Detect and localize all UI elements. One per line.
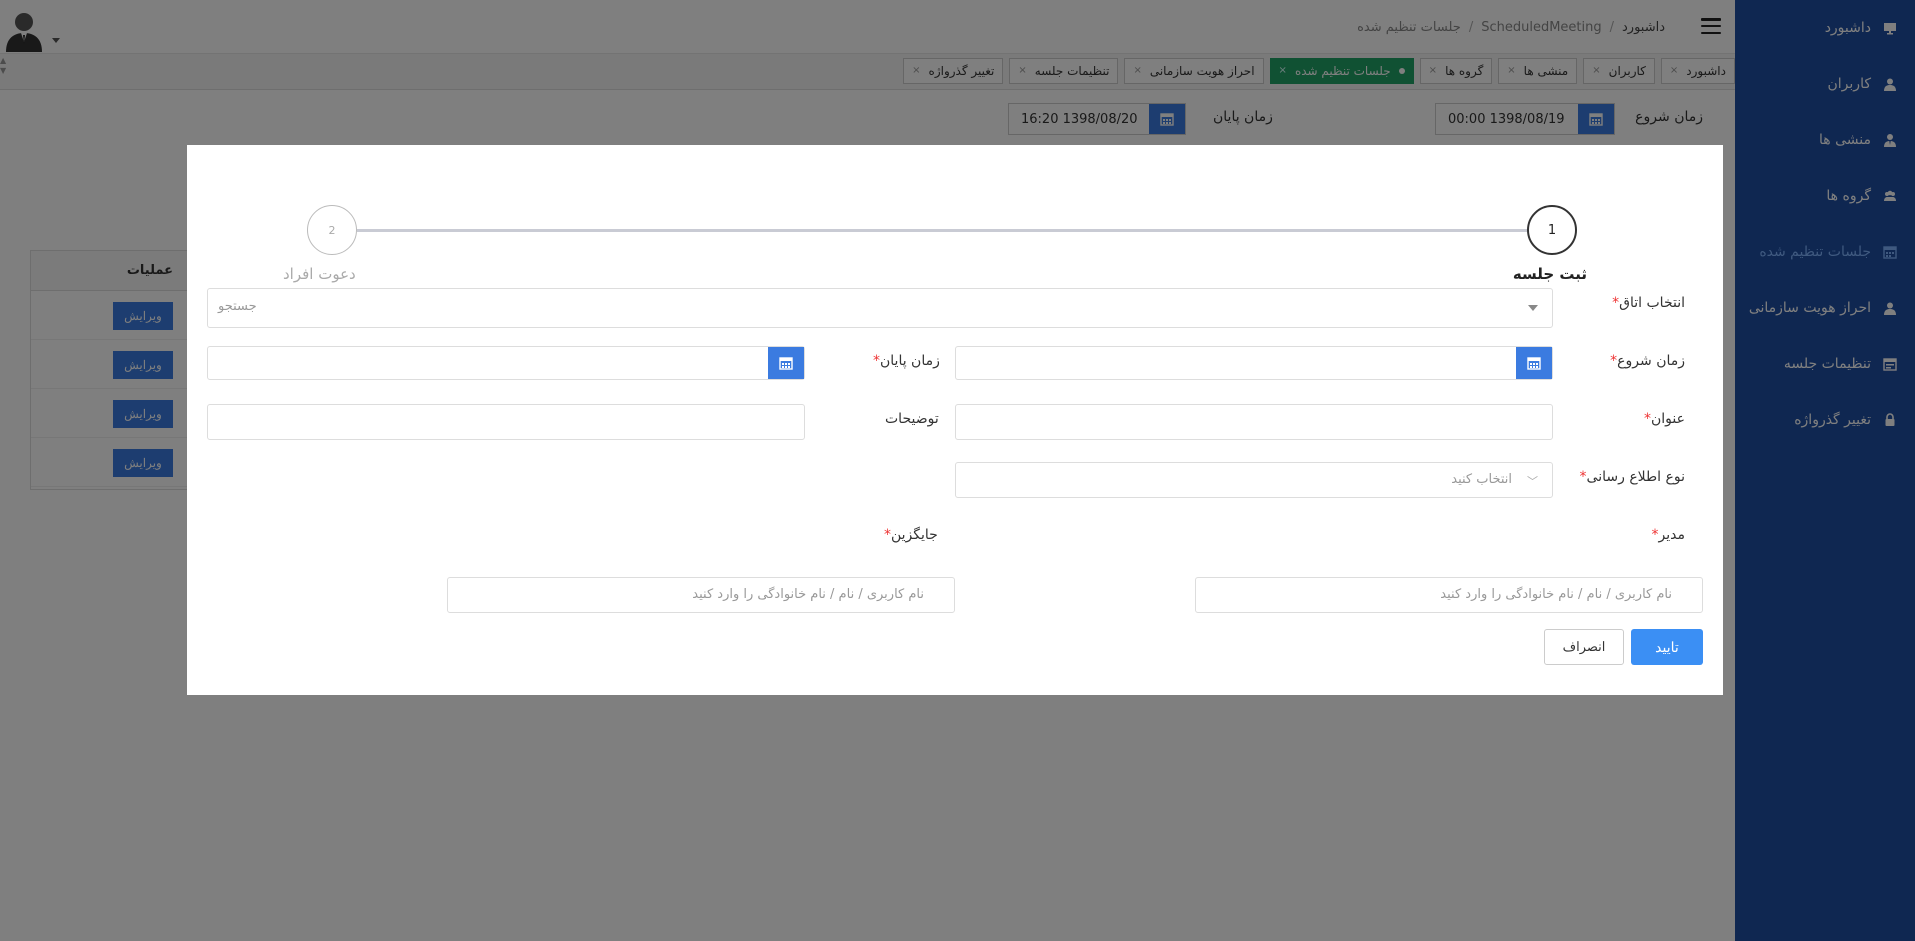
manager-placeholder: نام کاربری / نام / نام خانوادگی را وارد … (1440, 587, 1672, 602)
end-time-input[interactable] (207, 346, 805, 380)
calendar-icon[interactable] (768, 347, 804, 379)
notify-type-label-text: نوع اطلاع رسانی (1586, 469, 1685, 485)
notify-type-select[interactable]: انتخاب کنید ﹀ (955, 462, 1553, 498)
required-mark: * (1651, 527, 1659, 543)
manager-label: *مدیر (1650, 527, 1685, 543)
end-time-label: *زمان پایان (871, 353, 940, 369)
title-label-text: عنوان (1651, 411, 1685, 427)
manager-search-input[interactable]: نام کاربری / نام / نام خانوادگی را وارد … (1195, 577, 1703, 613)
substitute-placeholder: نام کاربری / نام / نام خانوادگی را وارد … (692, 587, 924, 602)
step-2-label: دعوت افراد (283, 265, 356, 283)
start-time-label: *زمان شروع (1608, 353, 1685, 369)
description-label: توضیحات (885, 411, 939, 427)
schedule-meeting-modal: 1 2 ثبت جلسه دعوت افراد *انتخاب اتاق جست… (187, 145, 1723, 695)
substitute-search-input[interactable]: نام کاربری / نام / نام خانوادگی را وارد … (447, 577, 955, 613)
notify-type-label: *نوع اطلاع رسانی (1578, 469, 1685, 485)
title-label: *عنوان (1642, 411, 1685, 427)
confirm-button[interactable]: تایید (1631, 629, 1703, 665)
step-1-circle: 1 (1527, 205, 1577, 255)
description-input[interactable] (207, 404, 805, 440)
required-mark: * (873, 353, 880, 369)
substitute-label-text: جایگزین (891, 527, 938, 543)
required-mark: * (1579, 469, 1587, 485)
chevron-down-icon: ﹀ (1527, 475, 1538, 488)
required-mark: * (884, 527, 891, 543)
stepper-line (357, 229, 1527, 232)
end-time-label-text: زمان پایان (880, 353, 940, 369)
caret-down-icon (1528, 305, 1538, 311)
start-time-input[interactable] (955, 346, 1553, 380)
step-1-label: ثبت جلسه (1512, 265, 1587, 283)
manager-label-text: مدیر (1658, 527, 1685, 543)
required-mark: * (1644, 411, 1652, 427)
room-select[interactable]: جستجو (207, 288, 1553, 328)
notify-type-placeholder: انتخاب کنید (1451, 472, 1512, 487)
title-input[interactable] (955, 404, 1553, 440)
room-label-text: انتخاب اتاق (1619, 295, 1685, 311)
calendar-icon[interactable] (1516, 347, 1552, 379)
step-2-circle: 2 (307, 205, 357, 255)
room-label: *انتخاب اتاق (1610, 295, 1685, 311)
start-time-label-text: زمان شروع (1617, 353, 1685, 369)
stepper: 1 2 ثبت جلسه دعوت افراد (283, 205, 1587, 285)
room-search-placeholder: جستجو (218, 299, 257, 314)
cancel-button[interactable]: انصراف (1544, 629, 1624, 665)
substitute-label: *جایگزین (882, 527, 938, 543)
